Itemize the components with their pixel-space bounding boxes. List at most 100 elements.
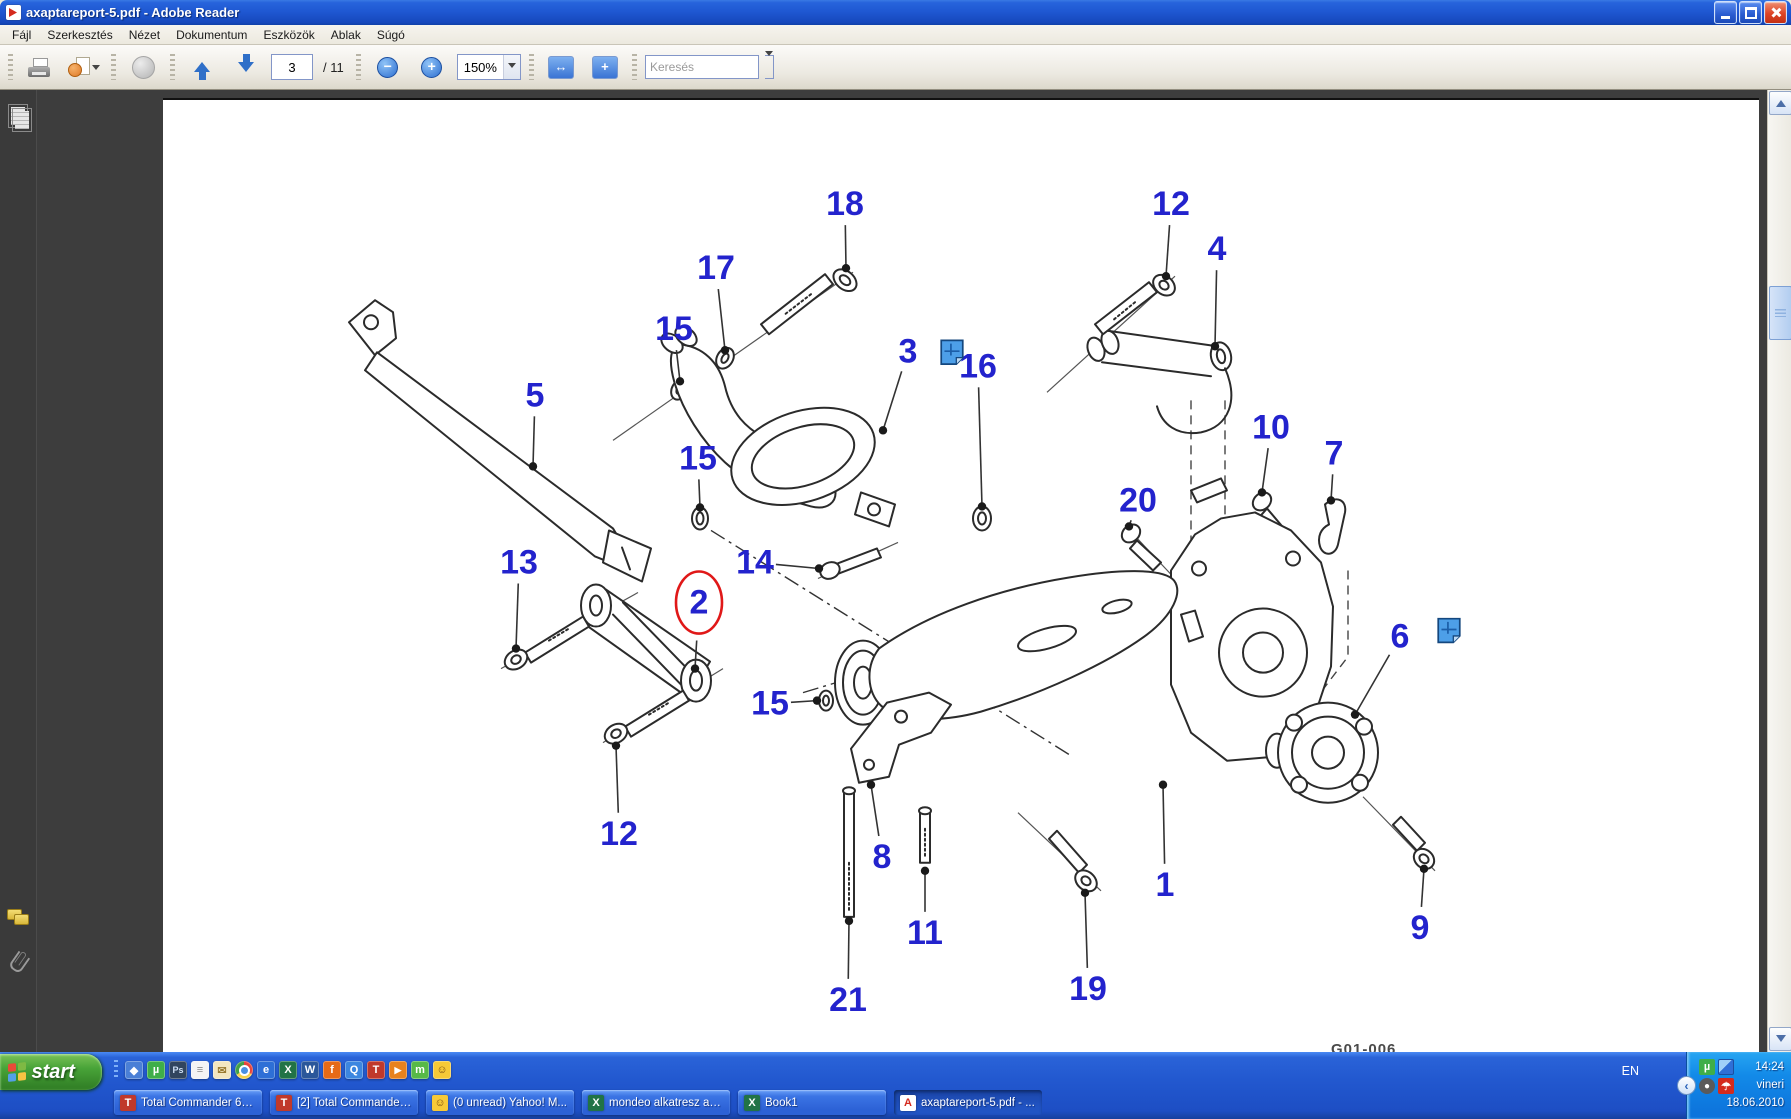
pdf-note-annotation-icon[interactable] — [941, 340, 963, 364]
zoom-out-button[interactable]: − — [369, 51, 407, 83]
callout-label: 2 — [690, 584, 709, 622]
excel-icon: X — [744, 1095, 760, 1111]
excel-icon[interactable]: X — [279, 1061, 297, 1079]
pdf-document-icon — [6, 5, 21, 20]
titlebar[interactable]: axaptareport-5.pdf - Adobe Reader — [0, 0, 1791, 25]
menu-tools[interactable]: Eszközök — [255, 27, 322, 43]
taskbar-button[interactable]: T [2] Total Commander ... — [270, 1090, 418, 1115]
minimize-button[interactable] — [1714, 1, 1737, 24]
total-commander-icon[interactable]: T — [367, 1061, 385, 1079]
menu-view[interactable]: Nézet — [121, 27, 168, 43]
chevron-down-icon — [765, 51, 773, 74]
callout-label: 3 — [899, 332, 918, 370]
callout-label: 13 — [500, 543, 538, 581]
total-commander-icon: T — [276, 1095, 292, 1111]
share-document-button[interactable] — [65, 51, 103, 83]
toolbar-grip — [529, 54, 534, 80]
window-title: axaptareport-5.pdf - Adobe Reader — [26, 5, 1714, 20]
word-icon[interactable]: W — [301, 1061, 319, 1079]
taskbar-button[interactable]: TTotal Commander 6.5... — [114, 1090, 262, 1115]
callout-label: 12 — [600, 815, 638, 853]
zoom-level-select[interactable]: 150% — [457, 54, 521, 80]
internet-explorer-icon[interactable]: e — [257, 1061, 275, 1079]
utorrent-icon[interactable]: µ — [147, 1061, 165, 1079]
menu-document[interactable]: Dokumentum — [168, 27, 255, 43]
excel-icon: X — [588, 1095, 604, 1111]
total-commander-icon: T — [120, 1095, 136, 1111]
volume-tray-icon[interactable]: ● — [1699, 1078, 1715, 1094]
toolbar-grip — [170, 54, 175, 80]
scroll-down-button[interactable] — [1769, 1027, 1791, 1051]
close-button[interactable] — [1764, 1, 1787, 24]
callout-label: 1 — [1156, 866, 1175, 904]
taskbar-button-label: [2] Total Commander ... — [297, 1097, 412, 1109]
printer-icon — [28, 58, 52, 77]
pages-panel-icon[interactable] — [8, 104, 28, 128]
globe-icon — [132, 56, 155, 79]
taskbar-button[interactable]: XBook1 — [738, 1090, 886, 1115]
print-button[interactable] — [21, 51, 59, 83]
taskbar-button[interactable]: ☺(0 unread) Yahoo! M... — [426, 1090, 574, 1115]
menu-edit[interactable]: Szerkesztés — [39, 27, 120, 43]
page-number-input[interactable] — [271, 54, 313, 80]
callout-label: 6 — [1391, 618, 1410, 656]
callout-label: 4 — [1208, 230, 1227, 268]
previous-page-button[interactable] — [183, 51, 221, 83]
callout-label: 7 — [1325, 434, 1344, 472]
yahoo-smiley-icon: ☺ — [432, 1095, 448, 1111]
navigation-panel-strip — [0, 90, 37, 1052]
firefox-icon[interactable]: f — [323, 1061, 341, 1079]
callout-label: 20 — [1119, 481, 1157, 519]
clock-day: vineri — [1726, 1076, 1784, 1094]
scrollbar-thumb[interactable] — [1769, 286, 1791, 340]
taskbar-button[interactable]: Aaxaptareport-5.pdf - ... — [894, 1090, 1042, 1115]
menu-help[interactable]: Súgó — [369, 27, 413, 43]
windows-flag-icon — [8, 1062, 26, 1081]
start-button[interactable]: start — [0, 1054, 102, 1090]
callout-label: 5 — [526, 376, 545, 414]
arrow-down-icon — [238, 54, 254, 80]
close-icon — [1770, 7, 1781, 18]
photoshop-icon[interactable]: Ps — [169, 1061, 187, 1079]
zoom-dropdown-button[interactable] — [503, 55, 520, 79]
search-dropdown-button[interactable] — [765, 55, 774, 79]
media-player-icon[interactable]: ▶ — [389, 1061, 407, 1079]
next-page-button[interactable] — [227, 51, 265, 83]
tray-collapse-icon[interactable]: ‹ — [1677, 1076, 1696, 1095]
scroll-up-button[interactable] — [1769, 91, 1791, 115]
mail-icon[interactable]: ✉ — [213, 1061, 231, 1079]
quick-launch: ◆µPs≡✉ eXWfQT▶m☺ — [114, 1060, 451, 1080]
messenger-icon[interactable]: m — [411, 1061, 429, 1079]
zoom-in-button[interactable]: + — [413, 51, 451, 83]
restore-button[interactable] — [1739, 1, 1762, 24]
arrow-up-icon — [1776, 95, 1786, 107]
document-view: 181715515132141512811211919631612410720 … — [0, 90, 1791, 1052]
page-count-label: / 11 — [323, 60, 344, 75]
yahoo-smiley-icon[interactable]: ☺ — [433, 1061, 451, 1079]
pdf-note-annotation-icon[interactable] — [1438, 619, 1460, 643]
callout-label: 14 — [736, 543, 774, 581]
comments-panel-icon[interactable] — [7, 909, 29, 927]
arrow-down-icon — [1776, 1035, 1786, 1047]
clock: 14:24 vineri 18.06.2010 — [1726, 1058, 1784, 1112]
menu-file[interactable]: Fájl — [4, 27, 39, 43]
language-indicator[interactable]: EN — [1616, 1062, 1645, 1080]
notepad-icon[interactable]: ≡ — [191, 1061, 209, 1079]
fit-width-button[interactable]: ↔ — [542, 51, 580, 83]
taskbar-button[interactable]: Xmondeo alkatresz arak — [582, 1090, 730, 1115]
callout-label: 12 — [1152, 185, 1190, 223]
attachments-panel-icon[interactable] — [8, 951, 30, 975]
vertical-scrollbar[interactable] — [1767, 90, 1791, 1052]
pdf-icon: A — [900, 1095, 916, 1111]
browser-app-icon[interactable]: ◆ — [125, 1061, 143, 1079]
menu-window[interactable]: Ablak — [323, 27, 369, 43]
quicktime-icon[interactable]: Q — [345, 1061, 363, 1079]
callout-label: 11 — [907, 914, 943, 952]
restore-icon — [1745, 7, 1757, 19]
chrome-icon[interactable] — [235, 1061, 253, 1079]
utorrent-tray-icon[interactable]: µ — [1699, 1059, 1715, 1075]
search-input[interactable] — [646, 58, 744, 76]
callout-label: 10 — [1252, 408, 1290, 446]
fit-width-icon: ↔ — [548, 56, 574, 79]
fit-page-button[interactable]: + — [586, 51, 624, 83]
